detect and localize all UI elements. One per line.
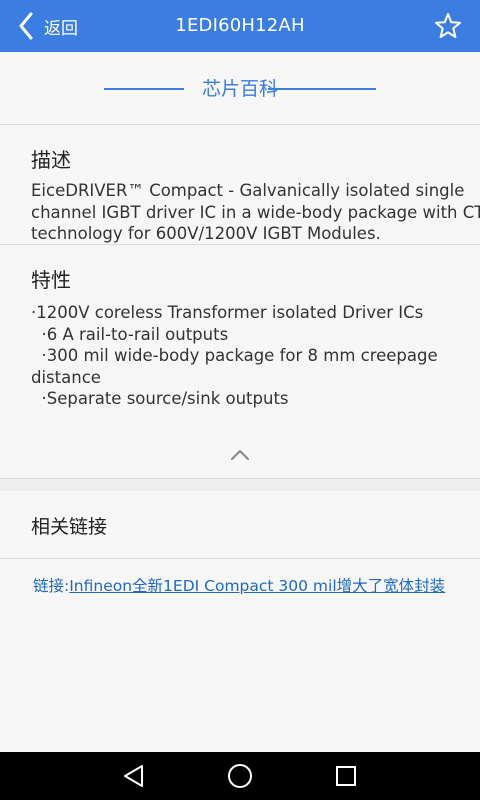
star-outline-icon [434, 13, 462, 44]
system-nav-bar [0, 752, 480, 800]
related-links-heading: 相关链接 [31, 516, 108, 538]
description-line: channel IGBT driver IC in a wide-body pa… [31, 202, 480, 222]
feature-item: distance [31, 367, 101, 387]
description-line: EiceDRIVER™ Compact - Galvanically isola… [31, 181, 465, 200]
section-title: 芯片百科 [201, 78, 278, 100]
divider [0, 124, 480, 125]
section-gap [0, 478, 480, 491]
nav-recent-button[interactable] [332, 762, 360, 790]
description-heading: 描述 [31, 148, 71, 172]
features-heading: 特性 [31, 268, 71, 292]
circle-home-icon [226, 764, 254, 794]
feature-item: ·Separate source/sink outputs [31, 389, 289, 408]
nav-back-button[interactable] [120, 762, 148, 790]
section-header: 芯片百科 [0, 52, 480, 124]
nav-home-button[interactable] [226, 762, 254, 790]
page-title: 1EDI60H12AH [175, 15, 305, 36]
related-link-text[interactable]: Infineon全新1EDI Compact 300 mil增大了宽体封装 [69, 577, 445, 595]
divider [0, 244, 480, 245]
features-list: ·1200V coreless Transformer isolated Dri… [31, 302, 480, 410]
feature-item: ·300 mil wide-body package for 8 mm cree… [31, 346, 438, 365]
feature-item: ·1200V coreless Transformer isolated Dri… [31, 303, 424, 322]
collapse-button[interactable] [228, 446, 252, 465]
feature-item: ·6 A rail-to-rail outputs [31, 324, 229, 344]
link-prefix: 链接: [33, 577, 70, 595]
chevron-up-icon [228, 446, 252, 465]
divider [0, 558, 480, 559]
section-line-right [268, 88, 376, 90]
app-header: 返回 1EDI60H12AH [0, 0, 480, 52]
related-link: 链接:Infineon全新1EDI Compact 300 mil增大了宽体封装 [33, 574, 445, 596]
favorite-button[interactable] [434, 12, 462, 40]
triangle-back-icon [120, 765, 148, 794]
description-line: technology for 600V/1200V IGBT Modules. [31, 224, 381, 243]
square-recent-icon [332, 766, 360, 794]
description-text: EiceDRIVER™ Compact - Galvanically isola… [31, 180, 480, 245]
